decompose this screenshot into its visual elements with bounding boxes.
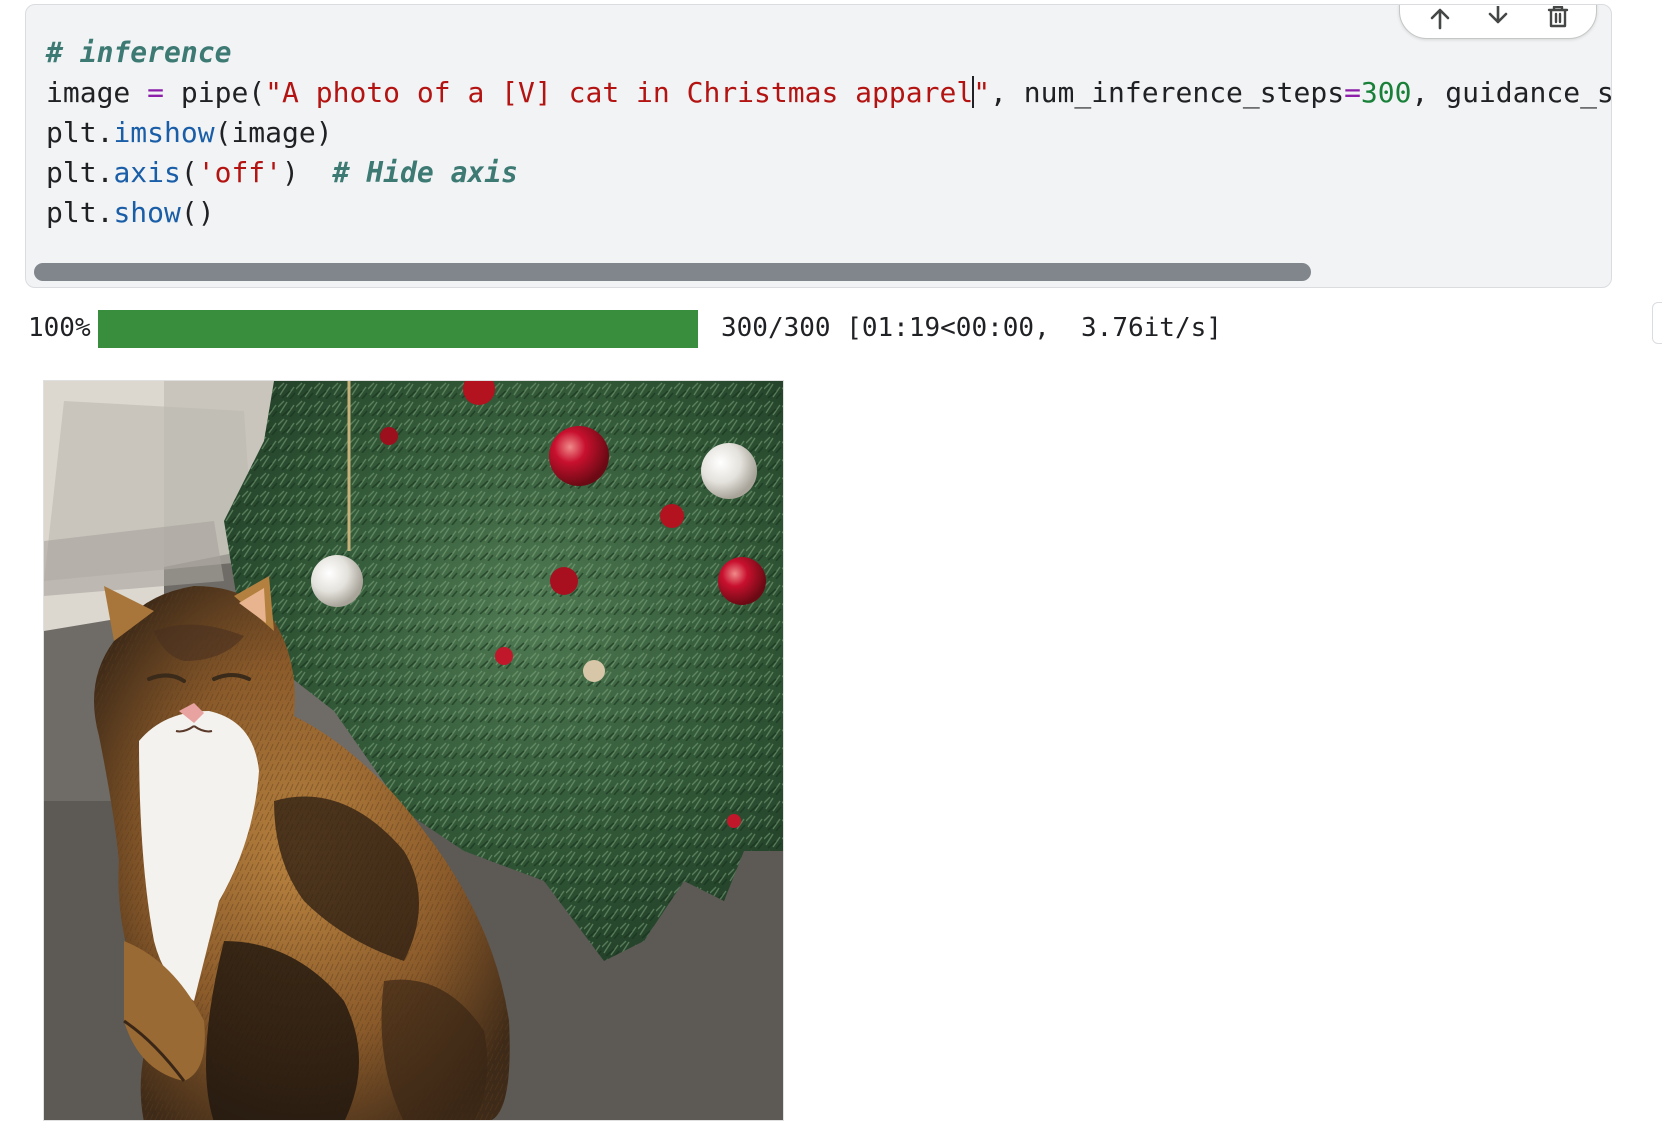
horizontal-scrollbar[interactable] xyxy=(34,263,1603,281)
cell-output: 100% 300/300 [01:19<00:00, 3.76it/s] xyxy=(28,306,1628,350)
code-token: = xyxy=(1344,76,1361,109)
code-line[interactable]: plt.axis('off') # Hide axis xyxy=(46,153,1611,193)
generated-image xyxy=(43,380,784,1121)
ornament-red xyxy=(718,557,766,605)
code-token: plt. xyxy=(46,156,114,189)
side-panel-handle[interactable] xyxy=(1652,302,1662,344)
code-token: 'off' xyxy=(197,156,283,189)
progress-bar xyxy=(98,310,698,348)
code-token: , num_inference_steps xyxy=(990,76,1345,109)
ornament-white xyxy=(311,555,363,607)
move-cell-up-button[interactable] xyxy=(1422,6,1458,38)
code-token: image xyxy=(46,76,148,109)
code-token: pipe( xyxy=(164,76,266,109)
progress-bar-fill xyxy=(98,310,698,348)
code-token: imshow xyxy=(113,116,215,149)
code-token: plt. xyxy=(46,196,114,229)
move-cell-down-button[interactable] xyxy=(1480,6,1516,38)
code-editor[interactable]: # inference image = pipe("A photo of a [V… xyxy=(46,33,1612,233)
code-token: 300 xyxy=(1360,76,1412,109)
ornament-red xyxy=(549,426,609,486)
code-token: (image) xyxy=(214,116,333,149)
cell-toolbar xyxy=(1399,5,1597,39)
code-line[interactable]: image = pipe("A photo of a [V] cat in Ch… xyxy=(46,73,1612,113)
scrollbar-thumb[interactable] xyxy=(34,263,1311,281)
code-token: = xyxy=(147,76,165,109)
code-token: "A photo of a [V] cat in Christmas appar… xyxy=(265,76,974,109)
code-line[interactable]: # inference xyxy=(46,33,1611,73)
code-line[interactable]: plt.imshow(image) xyxy=(46,113,1611,153)
arrow-down-icon xyxy=(1488,6,1508,24)
arrow-up-icon xyxy=(1430,8,1450,30)
progress-percent: 100% xyxy=(28,313,91,343)
code-token: plt. xyxy=(46,116,114,149)
ornament-white xyxy=(701,443,757,499)
code-token: # inference xyxy=(46,36,232,69)
code-line[interactable]: plt.show() xyxy=(46,193,1611,233)
code-token: , guidance_s xyxy=(1411,76,1612,109)
code-token: show xyxy=(113,196,181,229)
code-cell[interactable]: # inference image = pipe("A photo of a [V… xyxy=(25,4,1612,288)
code-token: " xyxy=(973,76,991,109)
delete-cell-button[interactable] xyxy=(1540,6,1576,38)
code-token: axis xyxy=(113,156,181,189)
code-token: () xyxy=(180,196,215,229)
progress-status-text: 300/300 [01:19<00:00, 3.76it/s] xyxy=(721,313,1222,343)
code-token: ) xyxy=(282,156,333,189)
code-token: # Hide axis xyxy=(332,156,519,189)
trash-icon xyxy=(1547,6,1569,28)
code-token: ( xyxy=(180,156,198,189)
